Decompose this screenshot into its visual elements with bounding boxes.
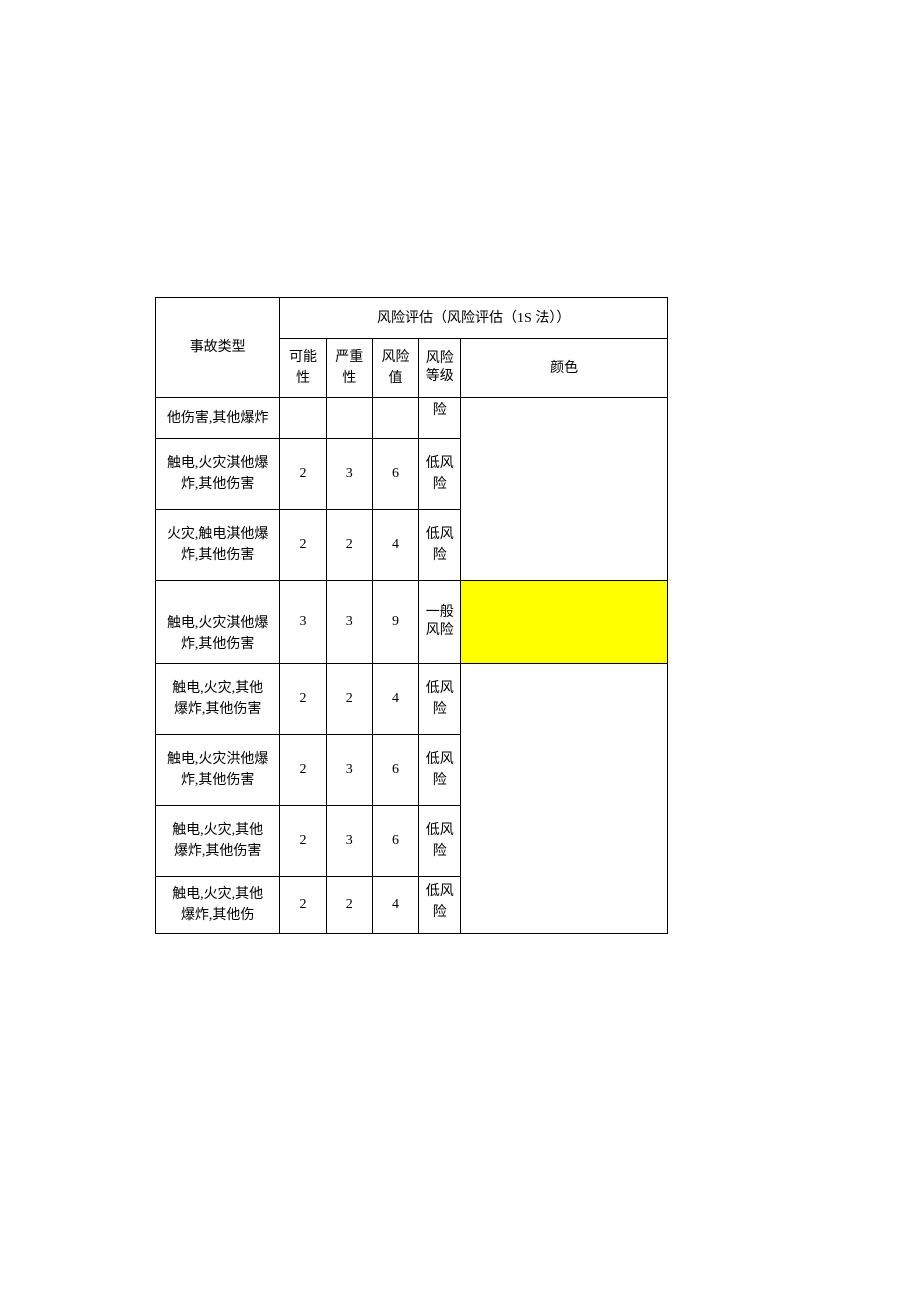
cell-risk-level: 低风险 [419, 806, 461, 877]
cell-risk-value: 4 [372, 877, 418, 934]
cell-likelihood: 2 [280, 877, 326, 934]
cell-color-yellow [461, 581, 668, 664]
cell-risk-value: 4 [372, 664, 418, 735]
cell-risk-value: 6 [372, 735, 418, 806]
table-row: 触电,火灾淇他爆炸,其他伤害 3 3 9 一般风险 [156, 581, 668, 664]
risk-table: 事故类型 风险评估（风险评估（1S 法）） 可能性 严重性 风险值 风险 等级 … [155, 297, 668, 934]
cell-likelihood: 2 [280, 439, 326, 510]
cell-risk-level: 低风险 [419, 439, 461, 510]
cell-severity: 3 [326, 581, 372, 664]
cell-color [461, 398, 668, 581]
cell-risk-value [372, 398, 418, 439]
cell-risk-value: 6 [372, 439, 418, 510]
risk-table-container: 事故类型 风险评估（风险评估（1S 法）） 可能性 严重性 风险值 风险 等级 … [155, 297, 668, 934]
table-row: 他伤害,其他爆炸 险 [156, 398, 668, 439]
cell-risk-level: 险 [419, 398, 461, 439]
cell-risk-value: 6 [372, 806, 418, 877]
cell-accident: 触电,火灾,其他爆炸,其他伤害 [156, 664, 280, 735]
header-color: 颜色 [461, 339, 668, 398]
cell-accident: 触电,火灾淇他爆炸,其他伤害 [156, 439, 280, 510]
cell-color [461, 664, 668, 934]
cell-likelihood: 2 [280, 806, 326, 877]
cell-likelihood [280, 398, 326, 439]
cell-risk-value: 9 [372, 581, 418, 664]
cell-accident: 触电,火灾,其他爆炸,其他伤害 [156, 806, 280, 877]
cell-accident: 触电,火灾,其他爆炸,其他伤 [156, 877, 280, 934]
table-row: 触电,火灾,其他爆炸,其他伤害 2 2 4 低风险 [156, 664, 668, 735]
header-row-1: 事故类型 风险评估（风险评估（1S 法）） [156, 298, 668, 339]
header-risk-level: 风险 等级 [419, 339, 461, 398]
cell-severity: 3 [326, 439, 372, 510]
cell-likelihood: 2 [280, 664, 326, 735]
cell-likelihood: 2 [280, 510, 326, 581]
header-severity: 严重性 [326, 339, 372, 398]
cell-severity: 2 [326, 510, 372, 581]
cell-severity: 3 [326, 806, 372, 877]
cell-risk-level: 低风险 [419, 510, 461, 581]
header-accident-type: 事故类型 [156, 298, 280, 398]
cell-accident: 火灾,触电淇他爆炸,其他伤害 [156, 510, 280, 581]
cell-risk-value: 4 [372, 510, 418, 581]
cell-likelihood: 3 [280, 581, 326, 664]
cell-severity: 2 [326, 664, 372, 735]
cell-severity: 3 [326, 735, 372, 806]
cell-accident: 他伤害,其他爆炸 [156, 398, 280, 439]
cell-risk-level: 低风险 [419, 664, 461, 735]
header-likelihood: 可能性 [280, 339, 326, 398]
cell-severity: 2 [326, 877, 372, 934]
cell-likelihood: 2 [280, 735, 326, 806]
header-risk-eval-group: 风险评估（风险评估（1S 法）） [280, 298, 668, 339]
cell-risk-level: 一般风险 [419, 581, 461, 664]
cell-accident: 触电,火灾洪他爆炸,其他伤害 [156, 735, 280, 806]
cell-risk-level: 低风险 [419, 735, 461, 806]
cell-severity [326, 398, 372, 439]
cell-accident: 触电,火灾淇他爆炸,其他伤害 [156, 581, 280, 664]
cell-risk-level: 低风险 [419, 877, 461, 934]
header-risk-value: 风险值 [372, 339, 418, 398]
